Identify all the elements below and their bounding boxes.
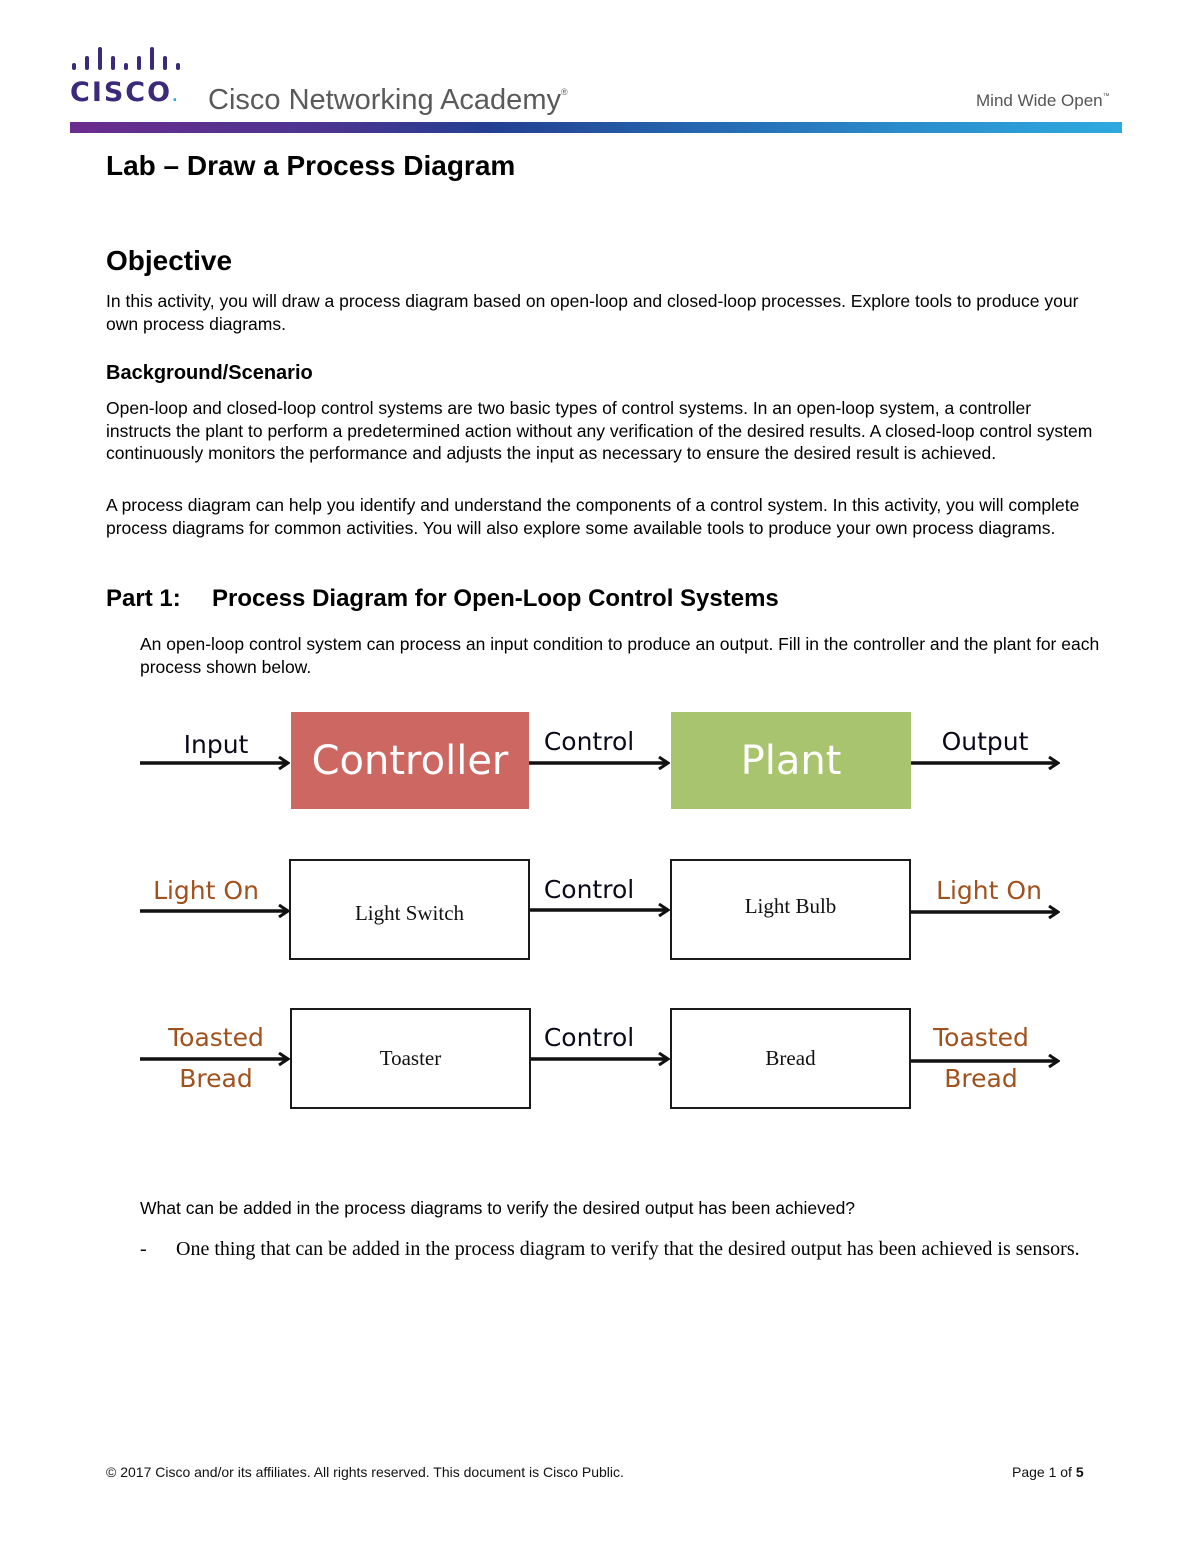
output-label: Output [941, 727, 1029, 756]
controller-answer-box[interactable]: Toaster [290, 1008, 531, 1109]
background-heading: Background/Scenario [106, 362, 313, 384]
document-title: Lab – Draw a Process Diagram [106, 150, 516, 181]
plant-answer-box[interactable]: Light Bulb [670, 859, 911, 960]
controller-answer-box[interactable]: Light Switch [289, 859, 530, 960]
background-paragraph-2: A process diagram can help you identify … [106, 495, 1080, 538]
toast-output-label-line1: Toasted [933, 1023, 1029, 1052]
tagline: Mind Wide Open™ [976, 91, 1110, 110]
plant-box: Plant [671, 712, 911, 809]
footer-copyright: © 2017 Cisco and/or its affiliates. All … [106, 1464, 624, 1480]
controller-answer: Toaster [379, 1046, 442, 1070]
controller-answer: Light Switch [354, 901, 465, 925]
toast-output-label-line2: Bread [944, 1064, 1018, 1093]
plant-answer-box[interactable]: Bread [670, 1008, 911, 1109]
toast-input-label-line1: Toasted [168, 1023, 264, 1052]
part1-number: Part 1: [106, 585, 181, 612]
plant-box-label: Plant [740, 737, 842, 784]
part1-heading: Part 1: Process Diagram for Open-Loop Con… [106, 583, 779, 615]
academy-name: Cisco Networking Academy® [208, 84, 568, 116]
header-gradient-bar [70, 122, 1122, 133]
answer-text[interactable]: One thing that can be added in the proce… [176, 1236, 1150, 1263]
objective-text: In this activity, you will draw a proces… [106, 291, 1079, 334]
controller-box: Controller [291, 712, 529, 809]
controller-box-label: Controller [311, 737, 509, 784]
plant-answer: Light Bulb [744, 894, 837, 918]
part1-title: Process Diagram for Open-Loop Control Sy… [212, 585, 779, 612]
objective-heading: Objective [106, 245, 233, 276]
footer-page-number: Page 1 of 5 [1012, 1464, 1084, 1480]
plant-answer: Bread [765, 1046, 816, 1070]
light-input-label: Light On [153, 876, 259, 905]
input-label: Input [183, 730, 249, 759]
part1-intro: An open-loop control system can process … [140, 634, 1100, 677]
control-label: Control [543, 1023, 635, 1052]
answer-bullet: - [140, 1238, 147, 1260]
light-output-label: Light On [936, 876, 1042, 905]
verification-question: What can be added in the process diagram… [140, 1198, 856, 1218]
background-paragraph-1: Open-loop and closed-loop control system… [106, 398, 1093, 463]
diagram-arrows [140, 700, 1080, 1120]
process-diagram: Input Controller Control Plant Output Li… [130, 700, 1080, 1120]
answer-item[interactable]: - One thing that can be added in the pro… [140, 1236, 1150, 1263]
control-label: Control [543, 875, 635, 904]
toast-input-label-line2: Bread [179, 1064, 253, 1093]
cisco-logo-bars-icon [72, 47, 180, 70]
control-label: Control [543, 727, 635, 756]
cisco-logo-wordmark: CISCO. [70, 77, 180, 108]
